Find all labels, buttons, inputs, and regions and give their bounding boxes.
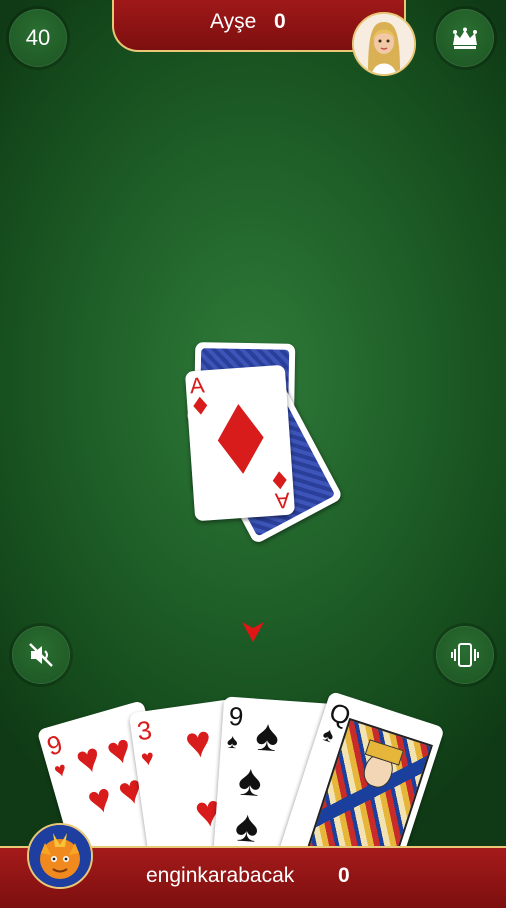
deck-counter-value: 40 bbox=[25, 25, 51, 50]
mute-icon bbox=[29, 643, 53, 667]
vibrate-toggle-button[interactable] bbox=[436, 626, 494, 684]
player-score: 0 bbox=[338, 864, 350, 887]
hand-card-rank: 3 bbox=[135, 714, 154, 747]
turn-arrow-icon bbox=[242, 622, 264, 647]
spade-icon: ♠ bbox=[253, 710, 281, 762]
crown-icon bbox=[453, 27, 477, 49]
vibrate-icon bbox=[451, 643, 479, 667]
diamond-icon bbox=[215, 402, 266, 480]
opponent-score: 0 bbox=[274, 10, 286, 33]
hand-card-rank: 9 bbox=[43, 728, 66, 762]
heart-icon: ♥ bbox=[139, 744, 156, 772]
sound-toggle-button[interactable] bbox=[12, 626, 70, 684]
spade-icon: ♠ bbox=[236, 755, 264, 807]
pile-card-rank-bottom: A bbox=[274, 487, 291, 514]
spade-icon: ♠ bbox=[226, 730, 239, 754]
player-avatar[interactable] bbox=[27, 823, 93, 889]
pile-top-card: A A bbox=[184, 364, 296, 522]
opponent-avatar[interactable] bbox=[352, 12, 416, 76]
diamond-icon bbox=[193, 396, 209, 420]
opponent-name: Ayşe bbox=[210, 10, 257, 33]
hand-card-rank: 9 bbox=[227, 700, 245, 732]
heart-icon: ♥ bbox=[182, 716, 215, 769]
deck-counter: 40 bbox=[9, 9, 67, 67]
heart-icon: ♥ bbox=[51, 758, 70, 783]
spade-icon: ♠ bbox=[319, 723, 337, 748]
leaderboard-button[interactable] bbox=[436, 9, 494, 67]
pile-card-rank: A bbox=[189, 372, 206, 399]
heart-icon: ♥ bbox=[82, 775, 118, 825]
diamond-icon bbox=[272, 466, 288, 490]
player-name: enginkarabacak bbox=[146, 864, 295, 887]
